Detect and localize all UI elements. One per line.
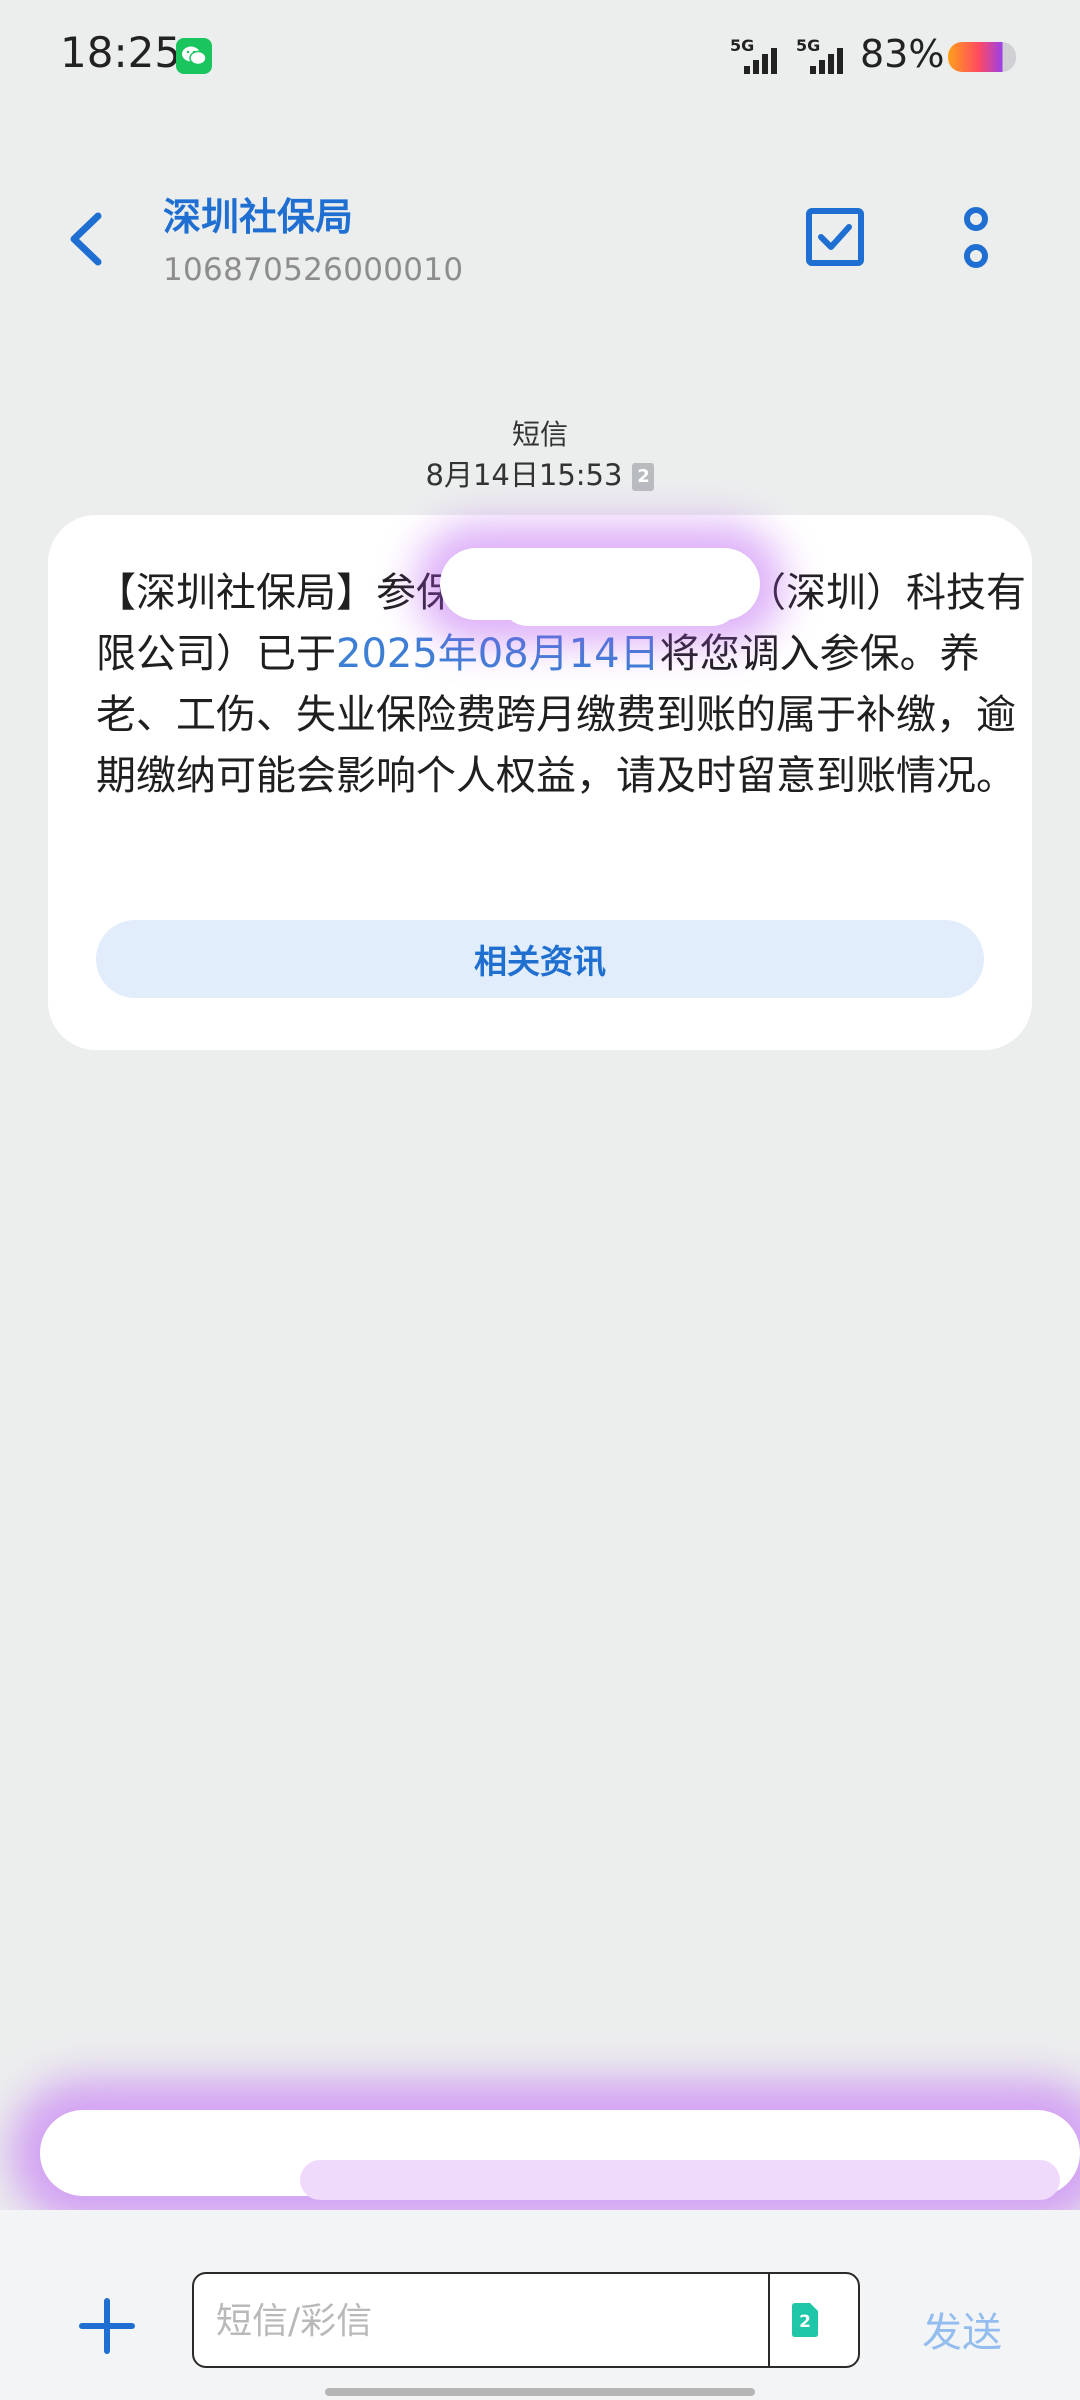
more-options-button[interactable] — [956, 206, 996, 272]
chevron-left-icon — [70, 212, 102, 266]
home-indicator[interactable] — [325, 2388, 755, 2396]
date-link[interactable]: 2025年08月14日 — [336, 631, 660, 677]
message-part-1: 【深圳社保局】参保 — [96, 570, 456, 616]
related-info-button[interactable]: 相关资讯 — [96, 920, 984, 998]
redaction-mark-inner — [500, 570, 740, 626]
composer-bar: 2 发送 — [0, 2210, 1080, 2400]
conversation-header: 深圳社保局 106870526000010 — [0, 170, 1080, 310]
more-vertical-icon — [964, 207, 988, 268]
contact-name[interactable]: 深圳社保局 — [163, 186, 353, 241]
contact-number: 106870526000010 — [163, 252, 464, 288]
battery-icon — [948, 42, 1016, 72]
message-input[interactable] — [214, 2294, 738, 2348]
sim-select-button[interactable]: 2 — [790, 2302, 820, 2338]
back-button[interactable] — [56, 206, 116, 272]
message-type-label: 短信 — [511, 418, 568, 451]
sim-select-label: 2 — [799, 2312, 811, 2332]
message-timestamp: 8月14日15:53 2 — [0, 452, 1080, 494]
wechat-icon — [176, 38, 212, 74]
status-bar: 18:25 5G 5G 83% — [0, 0, 1080, 110]
sim-2-badge-icon: 2 — [632, 463, 655, 491]
plus-icon — [79, 2298, 135, 2354]
sim-card-icon: 2 — [792, 2303, 818, 2337]
redaction-mark-bottom — [0, 2090, 1080, 2210]
battery-percentage: 83% — [860, 32, 945, 76]
attach-button[interactable] — [78, 2297, 136, 2355]
status-time: 18:25 — [60, 28, 182, 77]
multi-select-button[interactable] — [804, 206, 866, 268]
redaction-glow-secondary — [300, 2160, 1060, 2200]
checkbox-icon — [806, 208, 864, 266]
message-input-box[interactable]: 2 — [192, 2272, 860, 2368]
timestamp-text: 8月14日15:53 — [425, 458, 623, 492]
input-divider — [768, 2274, 770, 2366]
send-button[interactable]: 发送 — [922, 2300, 1002, 2358]
